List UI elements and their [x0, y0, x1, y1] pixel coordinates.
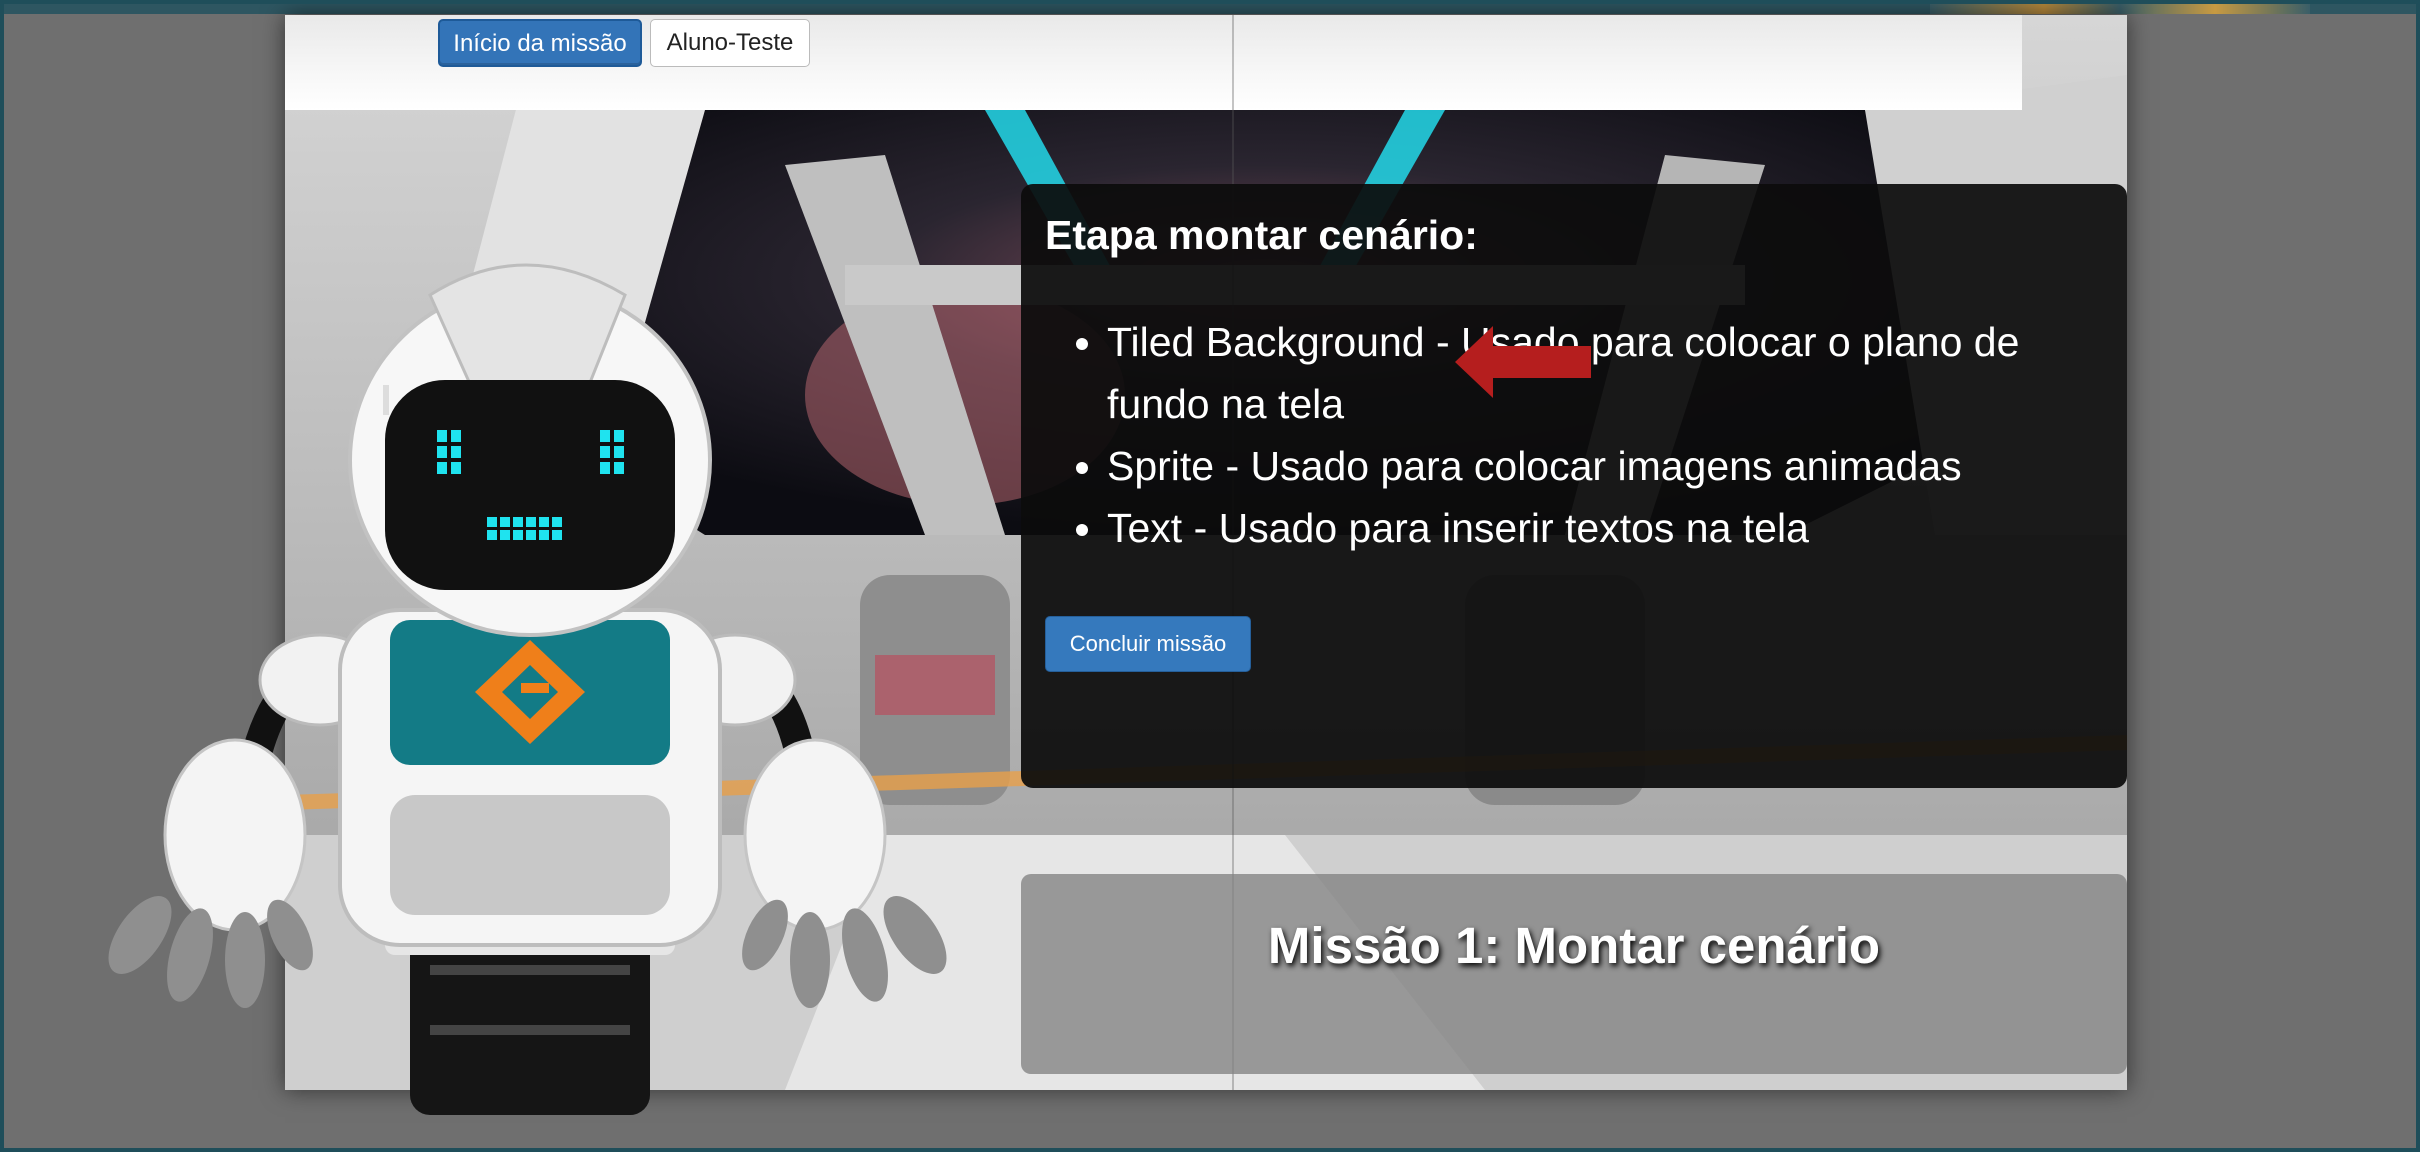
- mission-banner: Missão 1: Montar cenário: [1021, 874, 2127, 1074]
- finish-mission-button[interactable]: Concluir missão: [1045, 616, 1251, 672]
- top-decoration: [1930, 0, 2310, 14]
- mission-title: Missão 1: Montar cenário: [1267, 917, 1881, 974]
- user-name-button[interactable]: Aluno-Teste: [650, 19, 810, 67]
- instruction-panel: Etapa montar cenário: Tiled Background -…: [1021, 184, 2127, 788]
- robot-mascot: [108, 263, 947, 1115]
- list-item: Tiled Background - Usado para colocar o …: [1107, 311, 2103, 435]
- panel-title: Etapa montar cenário:: [1045, 212, 1478, 258]
- list-item: Sprite - Usado para colocar imagens anim…: [1107, 435, 2103, 497]
- red-arrow-icon: [1455, 326, 1591, 398]
- start-mission-button[interactable]: Início da missão: [438, 19, 642, 67]
- list-item: Text - Usado para inserir textos na tela: [1107, 497, 2103, 559]
